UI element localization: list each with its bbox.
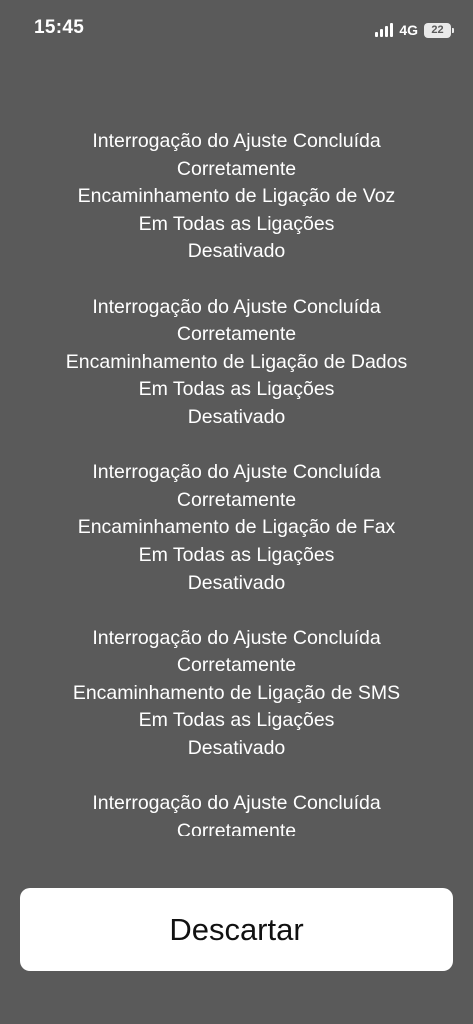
network-type: 4G bbox=[399, 22, 418, 38]
message-scroll-area[interactable]: Interrogação do Ajuste Concluída Corretam… bbox=[0, 128, 473, 836]
message-line: Encaminhamento de Ligação de Dados bbox=[65, 350, 408, 373]
status-bar: 15:45 4G 22 bbox=[0, 0, 473, 58]
battery-icon: 22 bbox=[424, 22, 454, 38]
message-line: Em Todas as Ligações bbox=[138, 543, 335, 566]
message-block: Interrogação do Ajuste Concluída Corretam… bbox=[0, 459, 473, 597]
message-line: Desativado bbox=[187, 240, 286, 263]
message-line: Em Todas as Ligações bbox=[138, 212, 335, 235]
message-block: Interrogação do Ajuste Concluída Corretam… bbox=[0, 625, 473, 763]
message-line: Interrogação do Ajuste Concluída bbox=[92, 461, 381, 484]
message-line: Em Todas as Ligações bbox=[138, 378, 335, 401]
message-line: Interrogação do Ajuste Concluída bbox=[92, 792, 381, 815]
message-line: Corretamente bbox=[176, 488, 297, 511]
message-block: Interrogação do Ajuste Concluída Corretam… bbox=[0, 790, 473, 836]
message-block: Interrogação do Ajuste Concluída Corretam… bbox=[0, 128, 473, 266]
message-line: Encaminhamento de Ligação de SMS bbox=[72, 681, 401, 704]
message-line: Desativado bbox=[187, 571, 286, 594]
cellular-signal-icon bbox=[375, 23, 394, 37]
message-line: Encaminhamento de Ligação de Fax bbox=[77, 516, 396, 539]
message-line: Encaminhamento de Ligação de Voz bbox=[77, 185, 396, 208]
dismiss-button[interactable]: Descartar bbox=[20, 888, 453, 971]
message-line: Corretamente bbox=[176, 654, 297, 677]
ussd-result-screen: 15:45 4G 22 Interrogação do Ajuste Concl… bbox=[0, 0, 473, 1024]
message-line: Em Todas as Ligações bbox=[138, 709, 335, 732]
message-line: Desativado bbox=[187, 737, 286, 760]
message-line: Interrogação do Ajuste Concluída bbox=[92, 130, 381, 152]
status-time: 15:45 bbox=[34, 17, 85, 38]
message-line: Interrogação do Ajuste Concluída bbox=[92, 626, 381, 649]
message-block: Interrogação do Ajuste Concluída Corretam… bbox=[0, 294, 473, 432]
message-line: Desativado bbox=[187, 405, 286, 428]
battery-level: 22 bbox=[431, 23, 444, 36]
message-line: Interrogação do Ajuste Concluída bbox=[92, 295, 381, 318]
status-indicators: 4G 22 bbox=[375, 20, 454, 40]
message-line: Corretamente bbox=[176, 323, 297, 346]
message-line: Corretamente bbox=[176, 157, 297, 180]
message-line: Corretamente bbox=[176, 819, 297, 836]
